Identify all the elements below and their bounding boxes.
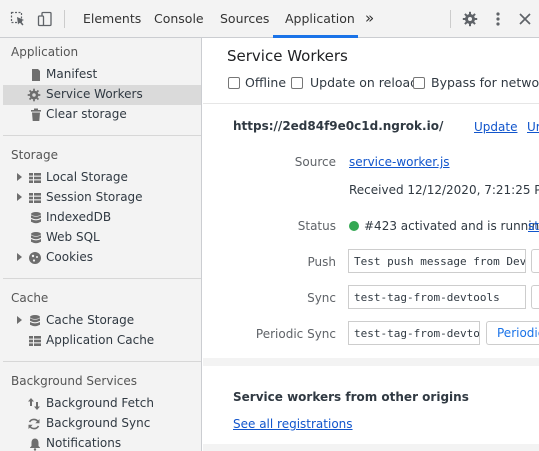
source-label: Source xyxy=(294,155,336,169)
expand-arrow-icon[interactable] xyxy=(17,316,22,324)
sidebar-divider xyxy=(3,135,201,136)
sidebar-item-label: Application Cache xyxy=(46,333,155,347)
periodic-sync-button[interactable]: Periodic xyxy=(486,321,539,345)
status-text: #423 activated and is running xyxy=(364,219,539,233)
application-sidebar: Application Manifest Service Workers Cle… xyxy=(0,38,202,451)
tab-application[interactable]: Application xyxy=(285,11,355,26)
expand-arrow-icon[interactable] xyxy=(17,173,22,181)
trash-icon xyxy=(29,108,43,122)
stop-link[interactable]: st xyxy=(528,219,539,233)
worker-origin: https://2ed84f9e0c1d.ngrok.io/ xyxy=(233,119,444,133)
sidebar-item-indexeddb[interactable]: IndexedDB xyxy=(3,208,201,228)
sidebar-item-application-cache[interactable]: Application Cache xyxy=(3,331,201,351)
grid-icon xyxy=(28,171,42,185)
status-label: Status xyxy=(297,219,336,233)
document-icon xyxy=(29,68,43,82)
sync-tag-input[interactable]: test-tag-from-devtools xyxy=(348,285,526,309)
tab-sources[interactable]: Sources xyxy=(220,11,269,26)
more-options-icon[interactable] xyxy=(490,11,506,27)
received-timestamp: Received 12/12/2020, 7:21:25 PM xyxy=(349,183,539,197)
sidebar-item-label: Manifest xyxy=(46,67,98,81)
sidebar-item-service-workers[interactable]: Service Workers xyxy=(3,85,201,105)
offline-checkbox[interactable] xyxy=(228,77,240,89)
bypass-for-network-checkbox[interactable] xyxy=(413,77,425,89)
sidebar-item-label: Service Workers xyxy=(46,87,143,101)
cookie-icon xyxy=(28,251,42,265)
sidebar-item-label: Cookies xyxy=(46,250,93,264)
sidebar-divider xyxy=(3,361,201,362)
expand-arrow-icon[interactable] xyxy=(17,253,22,261)
grid-icon xyxy=(28,334,42,348)
section-separator-band xyxy=(203,358,539,366)
gear-icon xyxy=(27,88,41,102)
sidebar-item-cookies[interactable]: Cookies xyxy=(3,248,201,268)
sidebar-item-local-storage[interactable]: Local Storage xyxy=(3,168,201,188)
status-indicator-dot xyxy=(349,221,359,231)
see-all-registrations-link[interactable]: See all registrations xyxy=(233,417,353,431)
sidebar-item-background-fetch[interactable]: Background Fetch xyxy=(3,394,201,414)
push-label: Push xyxy=(307,255,337,269)
database-icon xyxy=(29,211,43,225)
close-devtools-icon[interactable] xyxy=(517,11,533,27)
sidebar-section-cache: Cache xyxy=(11,291,49,305)
toolbar-separator xyxy=(450,10,451,28)
unregister-link[interactable]: Ur xyxy=(527,120,539,134)
expand-arrow-icon[interactable] xyxy=(17,193,22,201)
sidebar-item-notifications[interactable]: Notifications xyxy=(3,434,201,451)
page-title: Service Workers xyxy=(227,47,348,65)
sidebar-item-manifest[interactable]: Manifest xyxy=(3,65,201,85)
sidebar-item-session-storage[interactable]: Session Storage xyxy=(3,188,201,208)
sidebar-item-label: Session Storage xyxy=(46,190,143,204)
sidebar-section-application: Application xyxy=(11,45,79,59)
database-icon xyxy=(28,314,42,328)
sidebar-item-label: IndexedDB xyxy=(46,210,112,224)
sidebar-divider xyxy=(3,278,201,279)
sidebar-item-label: Clear storage xyxy=(46,107,127,121)
push-button[interactable] xyxy=(531,249,539,273)
sidebar-section-background-services: Background Services xyxy=(11,374,138,388)
sidebar-item-cache-storage[interactable]: Cache Storage xyxy=(3,311,201,331)
arrows-updown-icon xyxy=(27,397,41,411)
sidebar-item-web-sql[interactable]: Web SQL xyxy=(3,228,201,248)
toolbar-separator xyxy=(64,10,65,28)
update-on-reload-label: Update on reload xyxy=(310,75,419,90)
push-message-input[interactable]: Test push message from DevTools. xyxy=(348,249,526,273)
more-tabs-button[interactable]: » xyxy=(365,9,374,27)
source-link[interactable]: service-worker.js xyxy=(349,155,450,169)
sync-icon xyxy=(27,417,41,431)
bell-icon xyxy=(28,437,42,451)
settings-gear-icon[interactable] xyxy=(462,11,478,27)
service-workers-panel: Service Workers Offline Update on reload… xyxy=(203,38,539,451)
sidebar-item-background-sync[interactable]: Background Sync xyxy=(3,414,201,434)
sidebar-item-label: Background Fetch xyxy=(46,396,154,410)
periodic-sync-tag-input[interactable]: test-tag-from-devtools xyxy=(348,321,480,345)
sidebar-item-clear-storage[interactable]: Clear storage xyxy=(3,105,201,125)
sidebar-item-label: Notifications xyxy=(46,436,122,450)
sidebar-item-label: Background Sync xyxy=(46,416,151,430)
bypass-for-network-label: Bypass for network xyxy=(431,75,539,90)
database-icon xyxy=(29,231,43,245)
sync-button[interactable] xyxy=(531,285,539,309)
inspect-element-icon[interactable] xyxy=(10,11,26,27)
section-separator-band xyxy=(203,444,539,451)
grid-icon xyxy=(28,191,42,205)
devtools-toolbar: Elements Console Sources Application » xyxy=(0,0,539,38)
sidebar-item-label: Web SQL xyxy=(46,230,100,244)
update-on-reload-checkbox[interactable] xyxy=(291,77,303,89)
sidebar-item-label: Cache Storage xyxy=(46,313,135,327)
sync-label: Sync xyxy=(307,291,336,305)
other-origins-title: Service workers from other origins xyxy=(233,390,469,404)
tab-console[interactable]: Console xyxy=(154,11,204,26)
section-divider xyxy=(203,103,539,104)
sidebar-item-label: Local Storage xyxy=(46,170,128,184)
sidebar-section-storage: Storage xyxy=(11,148,58,162)
device-toolbar-icon[interactable] xyxy=(37,11,53,27)
update-link[interactable]: Update xyxy=(474,120,517,134)
periodic-sync-label: Periodic Sync xyxy=(255,327,336,341)
tab-elements[interactable]: Elements xyxy=(83,11,141,26)
offline-label: Offline xyxy=(245,75,287,90)
